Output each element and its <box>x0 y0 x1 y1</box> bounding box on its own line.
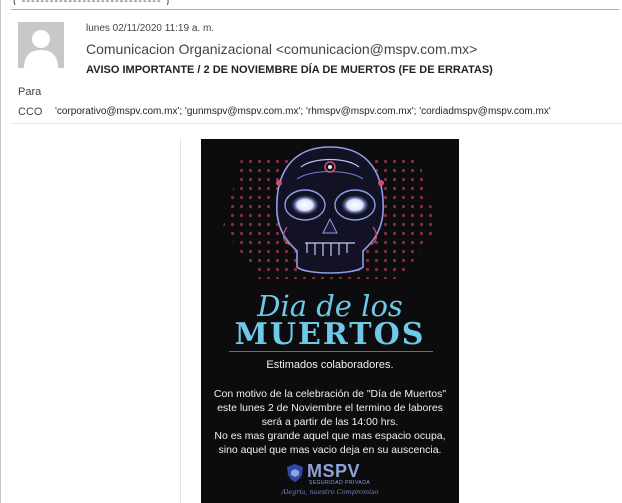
sender-name[interactable]: Comunicacion Organizacional <comunicacio… <box>86 41 477 57</box>
logo-subtext: SEGURIDAD PRIVADA <box>309 480 371 486</box>
shield-logo-icon <box>287 464 303 482</box>
sender-avatar[interactable] <box>18 22 64 68</box>
message-line: sino aquel que mas vacio deja en su ausc… <box>218 444 442 456</box>
email-reading-pane: ( ------------------------------ ) lunes… <box>0 0 622 503</box>
message-line: No es mas grande aquel que mas espacio o… <box>214 430 446 442</box>
poster-title-main: MUERTOS <box>234 317 426 352</box>
logo-text: MSPV <box>307 461 361 481</box>
message-line: será a partir de las 14:00 hrs. <box>261 416 399 428</box>
to-label: Para <box>18 86 42 98</box>
body-guide-line <box>180 138 181 503</box>
company-logo: MSPV SEGURIDAD PRIVADA <box>285 461 380 486</box>
sugar-skull-illustration <box>201 139 459 291</box>
top-divider: ( ------------------------------ ) <box>11 0 619 10</box>
poster-divider <box>229 351 433 352</box>
cco-label: CCO <box>18 106 43 118</box>
message-line: este lunes 2 de Noviembre el termino de … <box>217 402 443 414</box>
header-divider <box>11 123 622 124</box>
person-silhouette-icon <box>18 22 64 68</box>
dia-de-muertos-poster: Dia de los MUERTOS Estimados colaborador… <box>201 139 459 503</box>
email-subject: AVISO IMPORTANTE / 2 DE NOVIEMBRE DÍA DE… <box>86 64 493 76</box>
poster-message: Con motivo de la celebración de "Día de … <box>205 387 455 457</box>
sent-date: lunes 02/11/2020 11:19 a. m. <box>86 23 215 34</box>
message-line: Con motivo de la celebración de "Día de … <box>213 388 447 400</box>
cco-recipients[interactable]: 'corporativo@mspv.com.mx'; 'gunmspv@mspv… <box>55 106 615 117</box>
clipped-text-row: ( ------------------------------ ) <box>13 0 253 5</box>
company-tagline: Alegría, nuestro Compromiso <box>281 488 379 496</box>
poster-greeting: Estimados colaboradores. <box>266 359 394 371</box>
